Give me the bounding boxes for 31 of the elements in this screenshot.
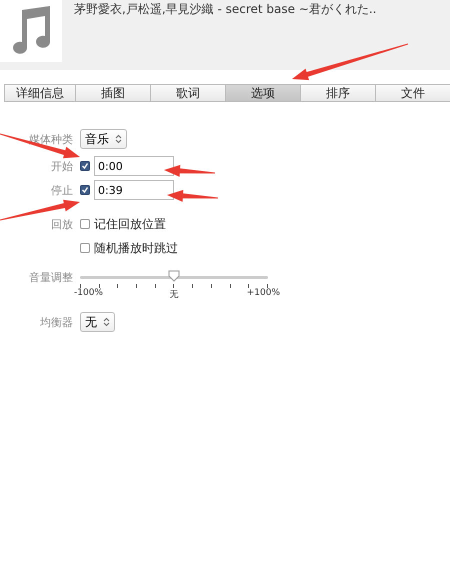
equalizer-select[interactable]: 无: [80, 312, 115, 332]
slider-thumb[interactable]: [168, 270, 180, 282]
tab[interactable]: 插图: [76, 84, 151, 102]
checkbox[interactable]: [80, 161, 90, 171]
field-label: 回放: [50, 216, 73, 232]
annotation-arrow: [167, 190, 218, 202]
media-kind-select[interactable]: 音乐: [80, 129, 127, 149]
checkbox[interactable]: [80, 219, 90, 229]
annotation-arrow: [164, 164, 215, 177]
start-time-field[interactable]: 0:00: [94, 156, 174, 176]
song-title: 茅野愛衣,戸松遥,早見沙織 - secret base ~君がくれた..: [74, 1, 376, 18]
tab[interactable]: 详细信息: [4, 84, 76, 102]
stop-time-field[interactable]: 0:39: [94, 180, 174, 200]
checkbox[interactable]: [80, 243, 90, 253]
field-label: 停止: [50, 182, 73, 198]
option-label: 记住回放位置: [94, 216, 166, 232]
field-label: 开始: [50, 158, 73, 174]
checkbox[interactable]: [80, 185, 90, 195]
field-label: 均衡器: [39, 314, 73, 330]
field-label: 音量调整: [28, 270, 73, 285]
tab[interactable]: 选项: [226, 84, 301, 102]
slider-min-label: -100%: [74, 288, 103, 298]
tab[interactable]: 歌词: [151, 84, 226, 102]
slider-mid-label: 无: [170, 289, 178, 301]
tab[interactable]: 文件: [376, 84, 450, 102]
slider-max-label: +100%: [246, 288, 280, 298]
music-note-icon: [10, 6, 52, 56]
chevron-icon: [103, 317, 110, 327]
tab[interactable]: 排序: [301, 84, 376, 102]
option-label: 随机播放时跳过: [94, 240, 178, 256]
chevron-icon: [115, 134, 122, 144]
